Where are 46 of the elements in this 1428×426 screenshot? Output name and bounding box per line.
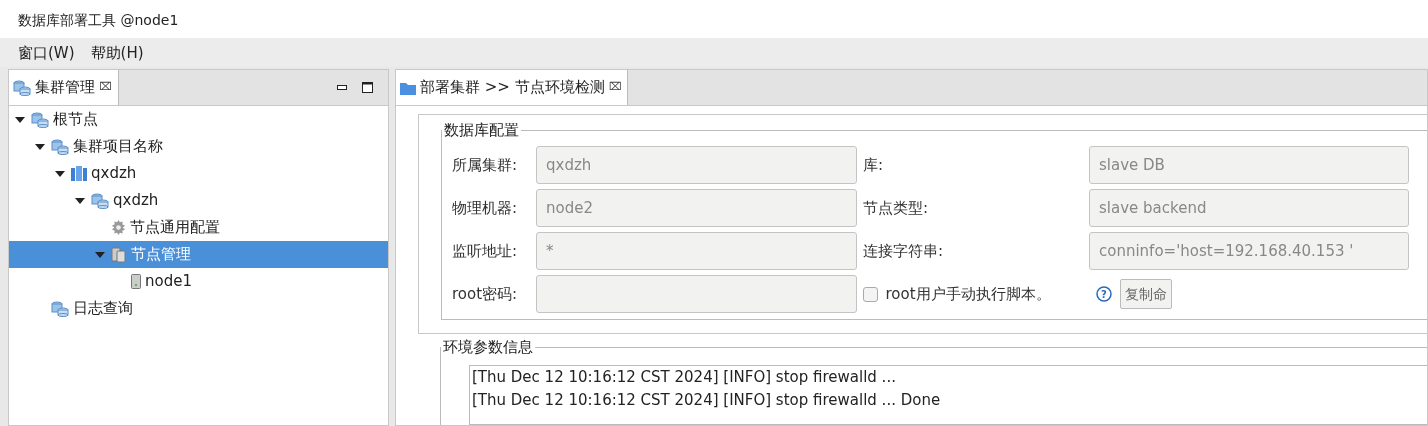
servers-icon [111,246,127,263]
collapse-icon[interactable] [35,141,45,152]
close-icon[interactable]: ⌧ [99,79,112,96]
database-icon [13,79,31,96]
maximize-icon[interactable] [362,82,373,93]
editor-tab[interactable]: 部署集群 >> 节点环境检测 ⌧ [396,70,629,105]
copy-button[interactable]: 复制命 [1119,279,1172,309]
field-label: 库: [863,154,885,176]
panel-tab[interactable]: 集群管理 ⌧ [9,70,119,105]
group-title: 数据库配置 [443,123,520,138]
window-title: 数据库部署工具 @node1 [18,12,179,28]
log-line: [Thu Dec 12 10:16:12 CST 2024] [INFO] stop firewalld ... Done [472,390,942,411]
server-icon [131,274,141,289]
database-icon [51,138,69,155]
tree-item[interactable]: 集群项目名称 [9,133,388,160]
tree-item[interactable]: qxdzh [9,160,388,187]
field-label: 连接字符串: [863,240,945,262]
database-icon [91,192,109,209]
tree-item[interactable]: 日志查询 [9,295,388,322]
field-label: 所属集群: [452,154,519,176]
folder-icon [400,80,416,95]
tree-item[interactable]: 根节点 [9,106,388,133]
field-label: 监听地址: [452,240,519,262]
tree-item[interactable]: qxdzh [9,187,388,214]
checkbox[interactable] [863,286,878,302]
group-title: 环境参数信息 [442,340,534,355]
tree-item[interactable]: 节点通用配置 [9,214,388,241]
tree-item[interactable]: node1 [9,268,388,295]
minimize-icon[interactable] [337,85,347,90]
field-label: root密码: [452,283,519,305]
database-icon [51,300,69,317]
checkbox-label: root用户手动执行脚本。 [885,283,1051,305]
collapse-icon[interactable] [75,195,85,206]
collapse-icon[interactable] [55,168,65,179]
field-label: 物理机器: [452,197,519,219]
menu-item[interactable]: 窗口(W) [18,42,75,63]
gear-icon [111,220,126,235]
database-icon [31,111,49,128]
field-label: 节点类型: [863,197,930,219]
collapse-icon[interactable] [15,114,25,125]
close-icon[interactable]: ⌧ [608,79,622,96]
help-icon[interactable]: ? [1096,286,1113,302]
menu-item[interactable]: 帮助(H) [90,42,144,63]
input-field[interactable] [536,275,857,313]
log-line: [Thu Dec 12 10:16:12 CST 2024] [INFO] stop firewalld ... [472,367,897,388]
cluster-icon [71,165,87,182]
